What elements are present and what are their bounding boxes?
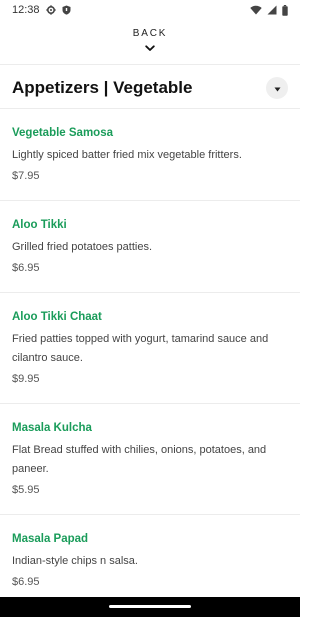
menu-item[interactable]: Vegetable Samosa Lightly spiced batter f… [0,109,300,201]
menu-item-name: Aloo Tikki [12,219,67,231]
status-right [250,4,288,16]
chevron-down-icon [145,39,155,57]
menu-item[interactable]: Aloo Tikki Chaat Fried patties topped wi… [0,293,300,404]
menu-item-price: $6.95 [12,262,40,274]
back-label: BACK [132,28,168,39]
battery-icon [282,4,288,16]
system-navigation-bar [0,597,300,617]
menu-item-price: $9.95 [12,373,40,385]
title-row: Appetizers | Vegetable [12,72,288,104]
caret-down-icon [274,79,281,97]
status-time: 12:38 [12,4,40,16]
shield-icon [62,5,71,15]
menu-item[interactable]: Aloo Tikki Grilled fried potatoes pattie… [0,201,300,293]
home-indicator[interactable] [109,605,191,608]
page-title: Appetizers | Vegetable [12,78,193,97]
menu-item-name: Masala Papad [12,533,89,545]
wifi-icon [250,5,262,15]
menu-item-description: Indian-style chips n salsa. [12,555,138,567]
menu-item-price: $7.95 [12,170,40,182]
menu-item-price: $5.95 [12,484,40,496]
menu-item-description: Grilled fried potatoes patties. [12,241,153,253]
menu-item-name: Vegetable Samosa [12,127,113,139]
signal-icon [267,5,277,15]
header-divider [0,64,300,65]
gear-icon [45,5,56,15]
menu-list: Vegetable Samosa Lightly spiced batter f… [0,109,300,606]
category-dropdown-button[interactable] [266,77,288,99]
menu-item[interactable]: Masala Papad Indian-style chips n salsa.… [0,515,300,606]
status-bar: 12:38 [0,0,300,20]
menu-item-description: Fried patties topped with yogurt, tamari… [12,333,269,364]
menu-item-name: Masala Kulcha [12,422,92,434]
status-left: 12:38 [12,4,71,16]
menu-item-description: Lightly spiced batter fried mix vegetabl… [12,149,242,161]
back-button[interactable]: BACK [0,28,300,57]
menu-item[interactable]: Masala Kulcha Flat Bread stuffed with ch… [0,404,300,515]
menu-item-name: Aloo Tikki Chaat [12,311,102,323]
menu-item-price: $6.95 [12,576,40,588]
menu-item-description: Flat Bread stuffed with chilies, onions,… [12,444,267,475]
